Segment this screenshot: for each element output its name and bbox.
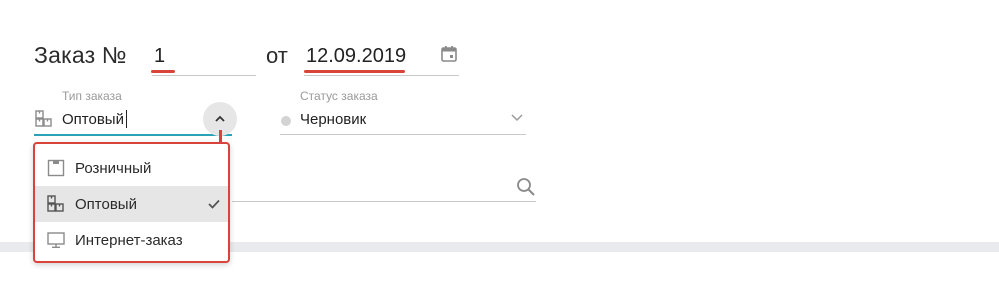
calendar-icon[interactable] [440,45,458,63]
dropdown-item-label: Интернет-заказ [75,232,183,249]
chevron-down-icon [511,114,523,122]
order-form: Заказ № 1 от 12.09.2019 Тип заказа Оптов… [0,0,999,284]
wholesale-icon [47,195,65,213]
order-date-value: 12.09.2019 [306,45,407,67]
chevron-up-icon [215,115,225,122]
date-from-label: от [266,43,288,68]
order-type-label: Тип заказа [62,89,122,103]
checkmark-icon [208,199,220,209]
dropdown-item-label: Оптовый [75,196,137,213]
order-status-value: Черновик [300,111,367,128]
dropdown-item-wholesale[interactable]: Оптовый [35,186,228,222]
retail-icon [47,159,65,177]
order-number-value: 1 [154,45,166,67]
dropdown-item-retail[interactable]: Розничный [35,150,228,186]
status-dot [281,116,291,126]
text-cursor [126,110,127,128]
search-input[interactable] [232,168,536,202]
order-type-value: Оптовый [62,111,124,128]
wholesale-icon [35,110,53,128]
search-icon[interactable] [516,177,536,197]
order-status-label: Статус заказа [300,89,378,103]
order-type-dropdown: Розничный Оптовый Интернет-заказ [33,142,230,263]
order-date-highlight [304,70,405,73]
dropdown-item-internet-order[interactable]: Интернет-заказ [35,222,228,258]
order-title: Заказ № [34,42,127,68]
dropdown-item-label: Розничный [75,160,152,177]
order-number-highlight [151,70,175,73]
monitor-icon [47,231,65,249]
